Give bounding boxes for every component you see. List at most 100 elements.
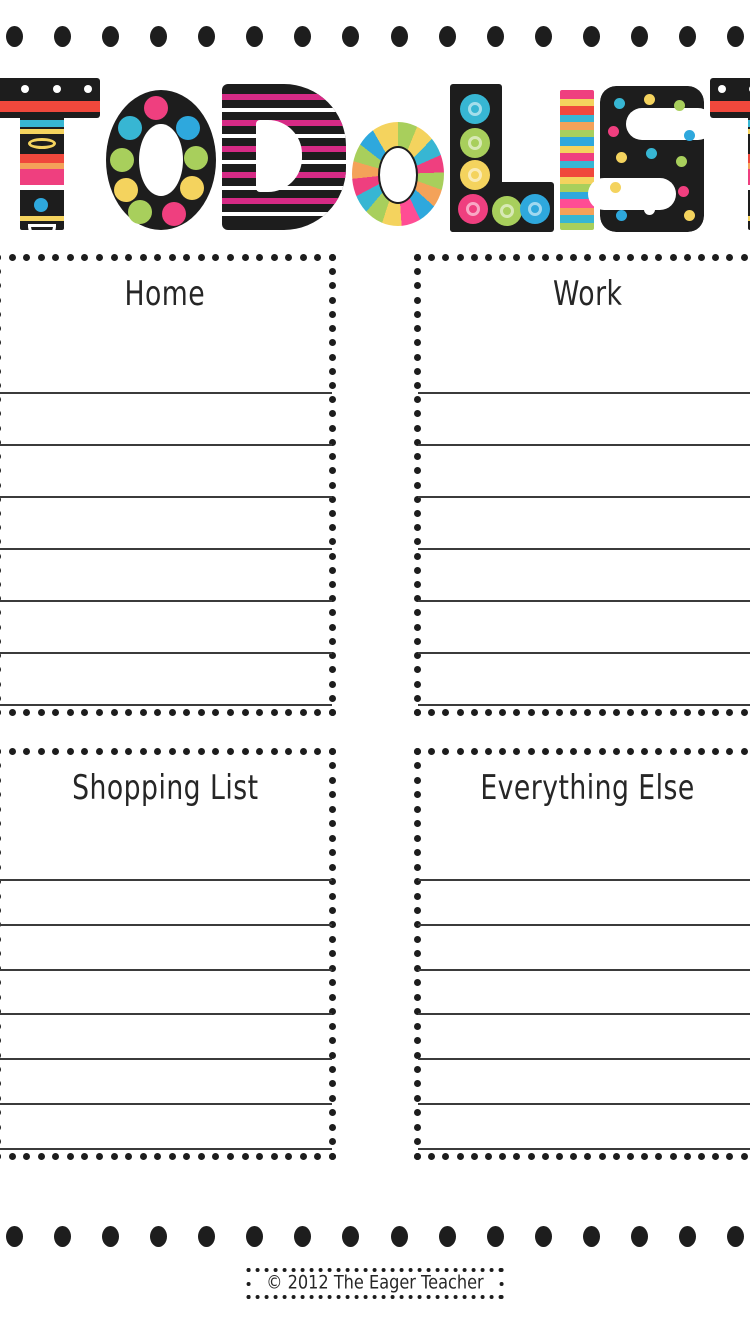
border-dot [414,820,421,828]
letter-L-spot [460,160,490,190]
letter-I-stripes [560,90,594,230]
border-dot [0,310,1,318]
border-dot [534,25,552,47]
section-lines-home[interactable] [0,342,332,706]
border-dot [198,1225,216,1247]
letter-S-dot [678,186,689,197]
border-dot [417,1295,422,1299]
border-dot [270,1153,278,1160]
border-dot [442,748,450,755]
border-dot [584,709,592,716]
border-dot [0,805,1,813]
border-dot [314,709,322,716]
section-heading-work: Work [414,273,750,313]
border-dot [23,254,31,261]
letter-S-dot [610,182,621,193]
border-dot [23,748,31,755]
write-in-line[interactable] [418,342,750,394]
write-in-line[interactable] [0,446,332,498]
border-dot [168,709,176,716]
write-in-line[interactable] [0,1105,332,1151]
border-dot [462,1295,467,1299]
write-in-line[interactable] [0,394,332,446]
write-in-line[interactable] [0,1015,332,1061]
write-in-line[interactable] [0,498,332,550]
write-in-line[interactable] [0,971,332,1016]
letter-S-dot [644,204,655,215]
write-in-line[interactable] [0,881,332,926]
write-in-line[interactable] [418,926,750,971]
border-dot [456,748,464,755]
write-in-line[interactable] [418,1060,750,1106]
border-dot [197,709,205,716]
border-dot [499,1268,504,1272]
write-in-line[interactable] [0,602,332,654]
border-dot [37,748,45,755]
write-in-line[interactable] [0,836,332,881]
border-dot [683,1153,691,1160]
section-lines-shopping-list[interactable] [0,836,332,1151]
border-dot [598,748,606,755]
write-in-line[interactable] [418,881,750,926]
border-dot [726,25,744,47]
border-dot [513,1153,521,1160]
border-dot [470,1153,478,1160]
border-dot [110,254,118,261]
write-in-line[interactable] [418,550,750,602]
section-everything-else[interactable]: Everything Else [414,748,750,1160]
write-in-line[interactable] [418,971,750,1016]
border-dot [669,1153,677,1160]
section-work[interactable]: Work [414,254,750,716]
border-dot [556,254,564,261]
border-dot [198,25,216,47]
border-dot [612,254,620,261]
border-dot [54,25,72,47]
letter-S-dot [616,210,627,221]
border-dot [6,25,23,47]
border-dot [0,1153,1,1160]
border-dot [329,762,336,770]
border-dot [342,1225,360,1247]
border-dot [0,748,1,755]
border-dot [256,709,264,716]
border-dot [246,1268,251,1272]
write-in-line[interactable] [418,1105,750,1151]
write-in-line[interactable] [0,1060,332,1106]
write-in-line[interactable] [418,654,750,706]
write-in-line[interactable] [418,394,750,446]
border-top [414,748,750,755]
section-lines-work[interactable] [418,342,750,706]
letter-L-spot [460,128,490,158]
section-lines-everything-else[interactable] [418,836,750,1151]
letter-S-dot [676,156,687,167]
write-in-line[interactable] [418,1015,750,1061]
write-in-line[interactable] [0,342,332,394]
border-dot [328,709,336,716]
write-in-line[interactable] [0,926,332,971]
border-dot [299,709,307,716]
border-dot [212,1153,220,1160]
border-bottom [414,709,750,716]
border-dot [66,254,74,261]
write-in-line[interactable] [0,654,332,706]
border-dot [270,254,278,261]
write-in-line[interactable] [418,602,750,654]
border-dot [442,1153,450,1160]
write-in-line[interactable] [418,498,750,550]
border-bottom [246,1295,504,1299]
border-dot [584,748,592,755]
write-in-line[interactable] [418,446,750,498]
section-home[interactable]: Home [0,254,336,716]
write-in-line[interactable] [418,836,750,881]
border-dot [8,1153,16,1160]
border-dot [426,1295,431,1299]
border-dot [456,254,464,261]
border-dot [212,709,220,716]
border-dot [428,254,436,261]
write-in-line[interactable] [0,550,332,602]
border-dot [480,1295,485,1299]
border-dot [556,709,564,716]
section-shopping-list[interactable]: Shopping List [0,748,336,1160]
border-dot [541,254,549,261]
border-dot [470,709,478,716]
